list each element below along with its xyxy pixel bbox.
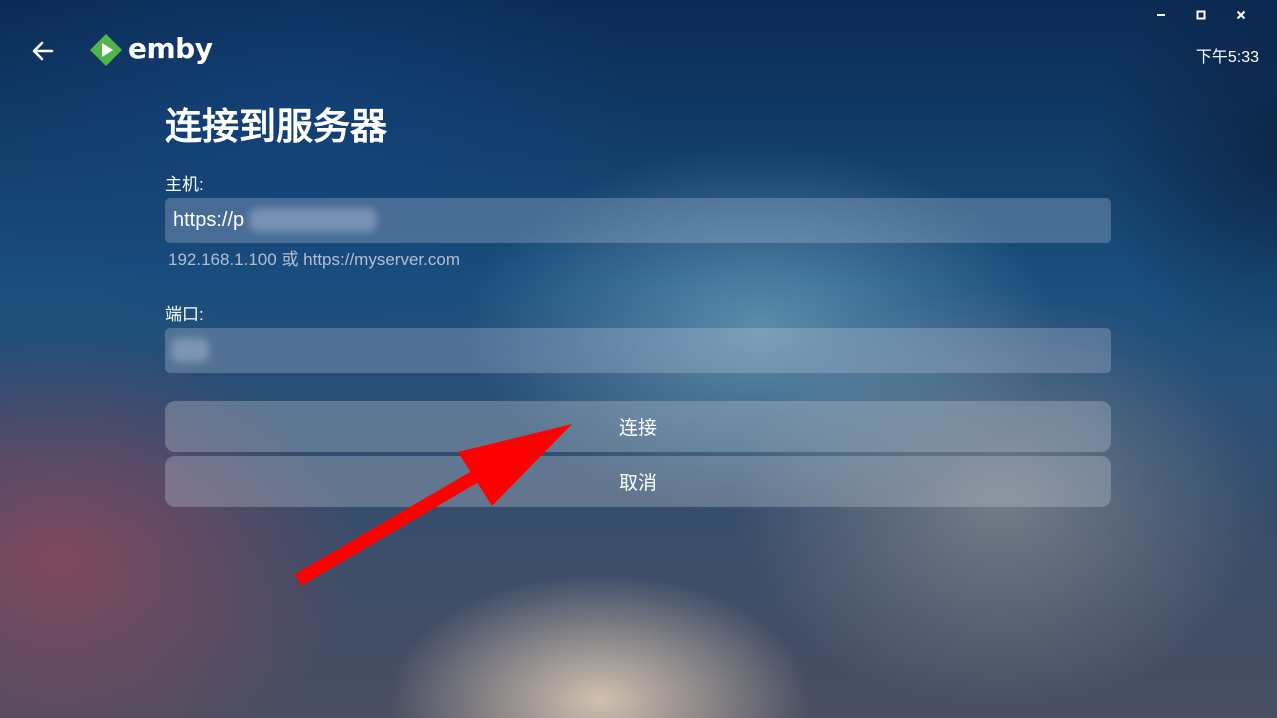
close-icon (1236, 10, 1246, 20)
emby-logo: emby (88, 31, 213, 68)
back-arrow-icon (32, 41, 54, 61)
connect-server-form: 连接到服务器 主机: 192.168.1.100 或 https://myser… (165, 100, 1111, 507)
page-title: 连接到服务器 (165, 106, 387, 147)
logo-text: emby (128, 31, 213, 65)
close-button[interactable] (1221, 4, 1261, 26)
host-hint: 192.168.1.100 或 https://myserver.com (168, 250, 460, 269)
host-redaction (249, 208, 377, 232)
port-input[interactable] (165, 328, 1111, 373)
host-label: 主机: (165, 175, 204, 194)
emby-logo-icon (90, 34, 122, 66)
host-field-wrap (165, 198, 1111, 243)
cancel-button[interactable]: 取消 (165, 456, 1111, 507)
window-controls (1141, 4, 1261, 26)
minimize-button[interactable] (1141, 4, 1181, 26)
port-redaction (171, 338, 209, 362)
maximize-button[interactable] (1181, 4, 1221, 26)
maximize-icon (1196, 10, 1206, 20)
port-label: 端口: (165, 305, 204, 324)
back-button[interactable] (28, 36, 58, 66)
port-field-wrap (165, 328, 1111, 373)
clock: 下午5:33 (1195, 49, 1259, 66)
minimize-icon (1157, 14, 1165, 16)
connect-button[interactable]: 连接 (165, 401, 1111, 452)
